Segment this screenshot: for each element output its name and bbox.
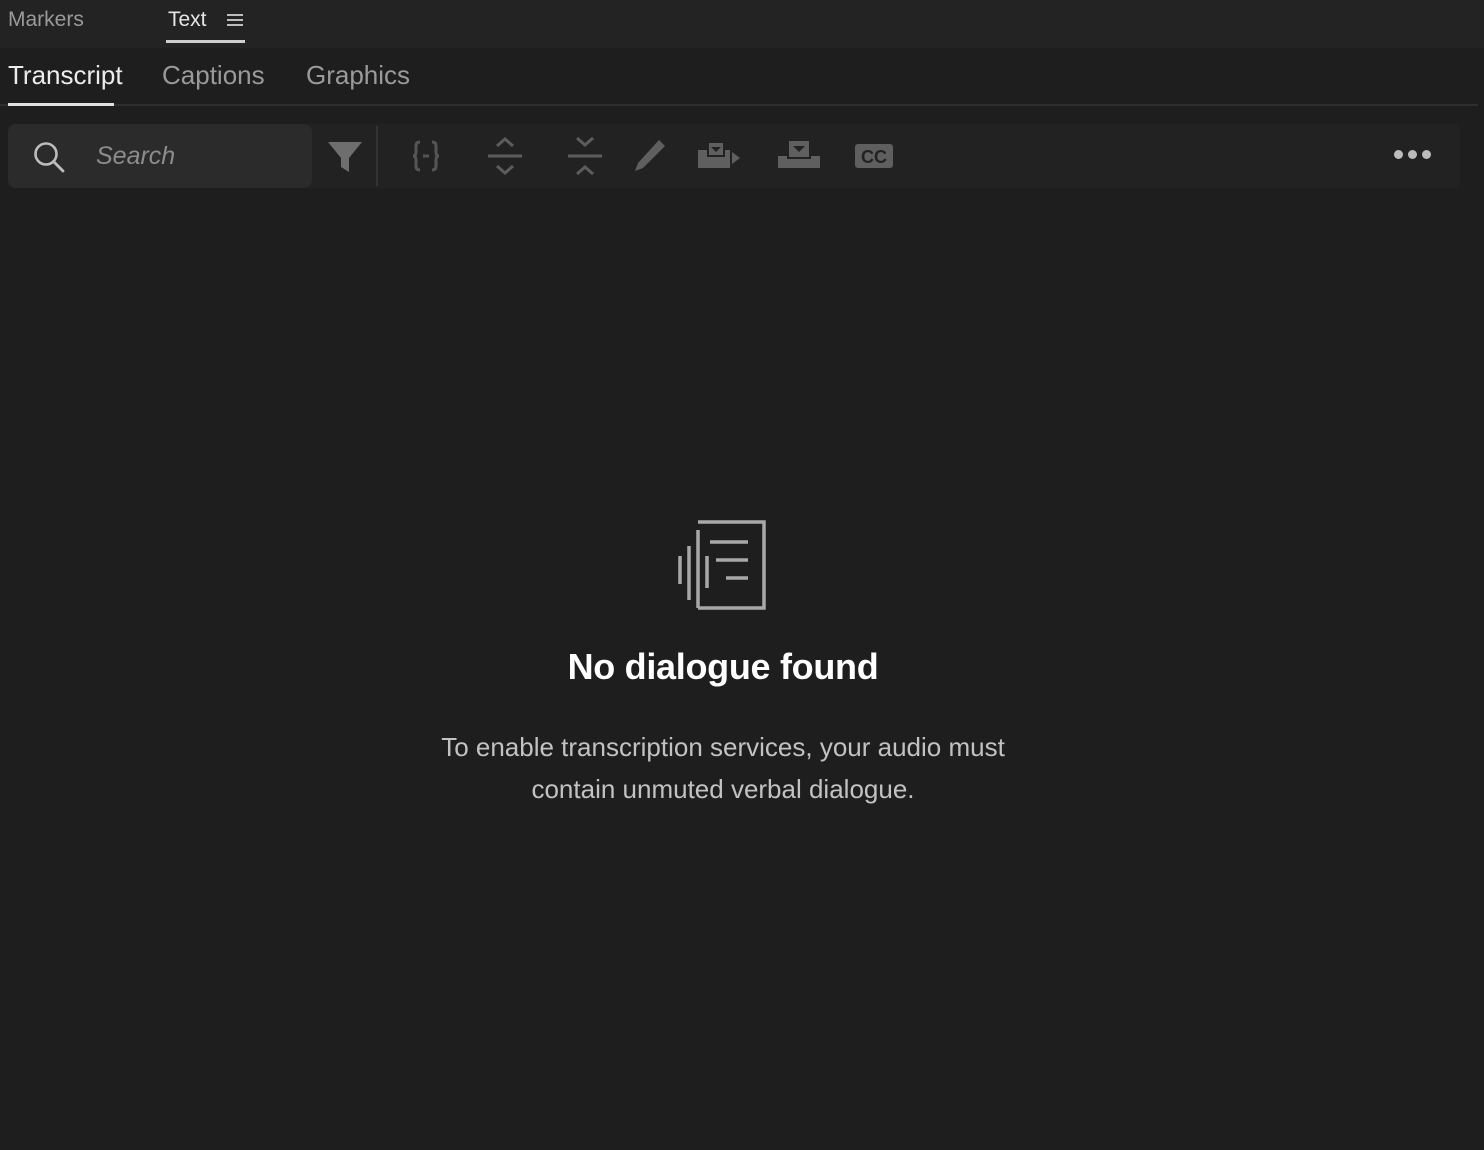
more-icon[interactable] — [1394, 150, 1434, 162]
empty-state: No dialogue found To enable transcriptio… — [0, 520, 1446, 810]
collapse-icon[interactable] — [566, 136, 604, 176]
tab-graphics[interactable]: Graphics — [306, 58, 410, 92]
subtab-bar: Transcript Captions Graphics — [0, 48, 1484, 106]
filter-icon[interactable] — [326, 136, 364, 176]
transcript-empty-icon — [678, 520, 766, 610]
svg-text:CC: CC — [861, 147, 887, 167]
empty-state-title: No dialogue found — [567, 646, 879, 687]
import-icon[interactable] — [776, 136, 824, 176]
cc-icon[interactable]: CC — [854, 136, 894, 176]
subtab-divider — [0, 104, 1478, 106]
search-box[interactable] — [8, 124, 312, 188]
active-subtab-indicator — [8, 103, 114, 106]
active-tab-indicator — [166, 40, 245, 43]
panel-header: Markers Text — [0, 0, 1484, 48]
panel-menu-icon[interactable] — [227, 12, 245, 28]
panel-tab-markers[interactable]: Markers — [8, 6, 84, 34]
panel-tab-text[interactable]: Text — [168, 6, 207, 34]
split-icon[interactable] — [410, 136, 442, 176]
toolbar-separator — [376, 126, 378, 186]
export-icon[interactable] — [696, 136, 744, 176]
tab-captions[interactable]: Captions — [162, 58, 265, 92]
tab-transcript[interactable]: Transcript — [8, 58, 123, 92]
edit-icon[interactable] — [632, 136, 668, 176]
empty-state-description: To enable transcription services, your a… — [441, 732, 1005, 804]
search-input[interactable] — [96, 138, 296, 174]
expand-icon[interactable] — [486, 136, 524, 176]
search-icon — [34, 142, 65, 173]
transcript-toolbar: CC — [8, 124, 1460, 188]
